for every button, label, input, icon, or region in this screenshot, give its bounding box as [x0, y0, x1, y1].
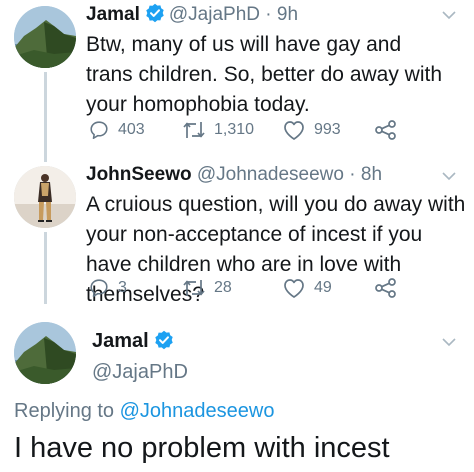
tweet-header: JohnSeewo @Johnadeseewo · 8h: [86, 164, 382, 186]
share-button[interactable]: [374, 118, 398, 142]
retweet-count: 28: [214, 279, 232, 296]
author-handle[interactable]: @Johnadeseewo: [197, 164, 344, 185]
timestamp[interactable]: · 9h: [265, 4, 298, 25]
share-button[interactable]: [374, 276, 398, 300]
avatar[interactable]: [14, 166, 76, 228]
author-handle[interactable]: @JajaPhD: [92, 361, 188, 384]
timestamp[interactable]: · 8h: [349, 164, 382, 185]
chevron-down-icon[interactable]: [442, 171, 456, 181]
replying-to: Replying to @Johnadeseewo: [14, 400, 274, 423]
like-count: 49: [314, 279, 332, 296]
main-tweet-text: I have no problem with incest: [14, 432, 390, 464]
reply-button[interactable]: 403: [88, 118, 145, 142]
retweet-icon: [183, 280, 205, 296]
thread-line-2: [44, 232, 47, 304]
reply-button[interactable]: 3: [88, 276, 127, 300]
avatar-image: [14, 322, 76, 384]
author-name[interactable]: Jamal: [86, 4, 140, 25]
tweet-actions: 3 28 49: [86, 276, 416, 300]
avatar-image: [14, 6, 76, 68]
reply-icon: [90, 279, 108, 298]
verified-badge-icon: [145, 3, 165, 29]
verified-badge-icon: [154, 330, 174, 356]
tweet-text: Btw, many of us will have gay and trans …: [86, 33, 443, 116]
chevron-down-icon[interactable]: [442, 337, 456, 347]
replying-to-label: Replying to: [14, 400, 115, 422]
reply-count: 3: [118, 279, 127, 296]
reply-count: 403: [118, 121, 145, 138]
retweet-count: 1,310: [214, 121, 255, 138]
avatar[interactable]: [14, 322, 76, 384]
author-name[interactable]: Jamal: [92, 330, 178, 356]
retweet-button[interactable]: 1,310: [182, 118, 254, 142]
share-icon: [375, 120, 396, 140]
like-button[interactable]: 49: [282, 276, 332, 300]
thread-line-1: [44, 72, 47, 162]
retweet-button[interactable]: 28: [182, 276, 232, 300]
like-icon: [284, 279, 304, 298]
share-icon: [375, 278, 396, 298]
retweet-icon: [183, 122, 205, 138]
tweet-header: Jamal @JajaPhD · 9h: [86, 3, 298, 29]
like-button[interactable]: 993: [282, 118, 341, 142]
avatar-image: [14, 166, 76, 228]
avatar[interactable]: [14, 6, 76, 68]
reply-icon: [90, 121, 108, 140]
like-icon: [284, 121, 304, 140]
tweet-actions: 403 1,310 993: [86, 118, 416, 142]
replying-to-link[interactable]: @Johnadeseewo: [120, 400, 275, 422]
like-count: 993: [314, 121, 341, 138]
chevron-down-icon[interactable]: [442, 10, 456, 20]
author-name-text: Jamal: [92, 330, 149, 352]
author-handle[interactable]: @JajaPhD: [169, 4, 260, 25]
author-name[interactable]: JohnSeewo: [86, 164, 192, 185]
